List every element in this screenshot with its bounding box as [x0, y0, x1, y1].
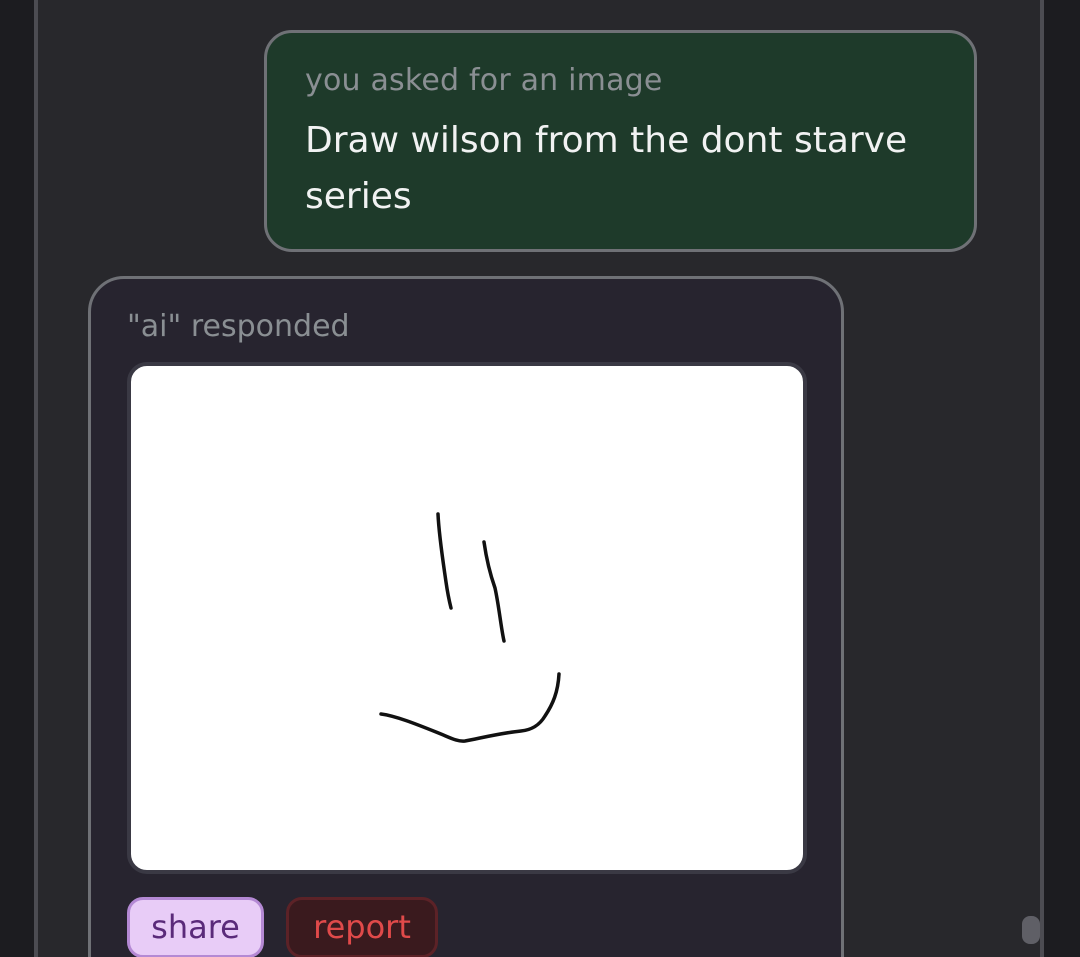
scrollbar-thumb[interactable]	[1022, 916, 1040, 944]
user-message-caption: you asked for an image	[305, 63, 663, 98]
drawing-stroke-right	[482, 540, 506, 643]
ai-response-bubble: "ai" responded share report	[88, 276, 844, 957]
generated-image[interactable]	[127, 362, 807, 874]
share-button[interactable]: share	[127, 897, 264, 957]
drawing-stroke-left	[436, 512, 453, 610]
drawing-canvas	[379, 512, 561, 743]
user-message-bubble: you asked for an image Draw wilson from …	[264, 30, 977, 252]
page: you asked for an image Draw wilson from …	[0, 0, 1080, 957]
ai-response-caption: "ai" responded	[127, 309, 350, 344]
user-message-prompt: Draw wilson from the dont starve series	[305, 120, 908, 217]
drawing-stroke-smile	[379, 672, 561, 743]
report-button[interactable]: report	[286, 897, 438, 957]
